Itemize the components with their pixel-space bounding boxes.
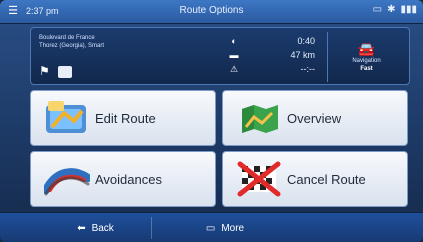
stat-row: ◐ 0:40 (227, 34, 323, 48)
avoidances-button[interactable]: Avoidances (30, 151, 216, 207)
edit-route-label: Edit Route (95, 110, 156, 126)
cancel-route-button[interactable]: Cancel Route (222, 151, 408, 207)
more-label: More (221, 222, 245, 234)
road-icon: ▬ (229, 50, 239, 60)
back-arrow-icon: ⬅ (77, 222, 86, 234)
destination-flag-icon: ⚑ (39, 64, 50, 78)
status-right: ▭ ✱ ▮▮▮ (373, 4, 417, 15)
destination-line-2: Thorez (Georgia), Smart (39, 43, 105, 49)
overview-label: Overview (287, 110, 342, 126)
more-icon: ▭ (205, 222, 216, 234)
cancel-route-label: Cancel Route (287, 171, 366, 187)
destination-card-icon (58, 66, 72, 78)
destination-line-1: Boulevard de France (39, 35, 95, 41)
stat-row: ⚠ --:-- (227, 62, 323, 76)
signal-icon: ▮▮▮ (400, 4, 417, 15)
back-button[interactable]: ⬅ Back (40, 217, 152, 239)
edit-route-icon (43, 98, 91, 138)
moon-icon: ◐ (231, 36, 237, 46)
edit-route-button[interactable]: Edit Route (30, 90, 216, 146)
destination-text: Boulevard de France Thorez (Georgia), Sm… (39, 34, 104, 50)
navigation-mode-button[interactable]: 🚘 Navigation Fast (327, 32, 405, 82)
sim-icon: ▭ (372, 4, 383, 15)
page-title: Route Options (179, 5, 244, 16)
cancel-route-icon (235, 159, 283, 199)
status-bar: ☰ 2:37 pm Route Options ▭ ✱ ▮▮▮ (0, 0, 423, 24)
bottom-bar: ⬅ Back ▭ More (0, 212, 423, 242)
navigation-value: Fast (360, 66, 373, 72)
overview-button[interactable]: Overview (222, 90, 408, 146)
stat-value: 0:40 (297, 36, 315, 46)
bluetooth-icon: ✱ (387, 4, 396, 15)
warning-icon: ⚠ (229, 63, 239, 74)
destination-flags: ⚑ (39, 64, 72, 78)
stat-value: --:-- (300, 64, 316, 74)
back-label: Back (91, 222, 114, 234)
stat-row: ▬ 47 km (227, 48, 323, 62)
route-options-screen: ☰ 2:37 pm Route Options ▭ ✱ ▮▮▮ Boulevar… (0, 0, 423, 242)
more-button[interactable]: ▭ More (160, 217, 290, 239)
route-stats: ◐ 0:40 ▬ 47 km ⚠ --:-- (227, 34, 323, 76)
route-info-panel: Boulevard de France Thorez (Georgia), Sm… (30, 27, 410, 85)
avoid-road-icon (43, 159, 91, 199)
avoidances-label: Avoidances (95, 171, 162, 187)
navigation-label: Navigation (352, 58, 381, 64)
map-overview-icon (235, 98, 283, 138)
car-icon: 🚘 (357, 41, 376, 57)
stat-value: 47 km (290, 50, 315, 60)
